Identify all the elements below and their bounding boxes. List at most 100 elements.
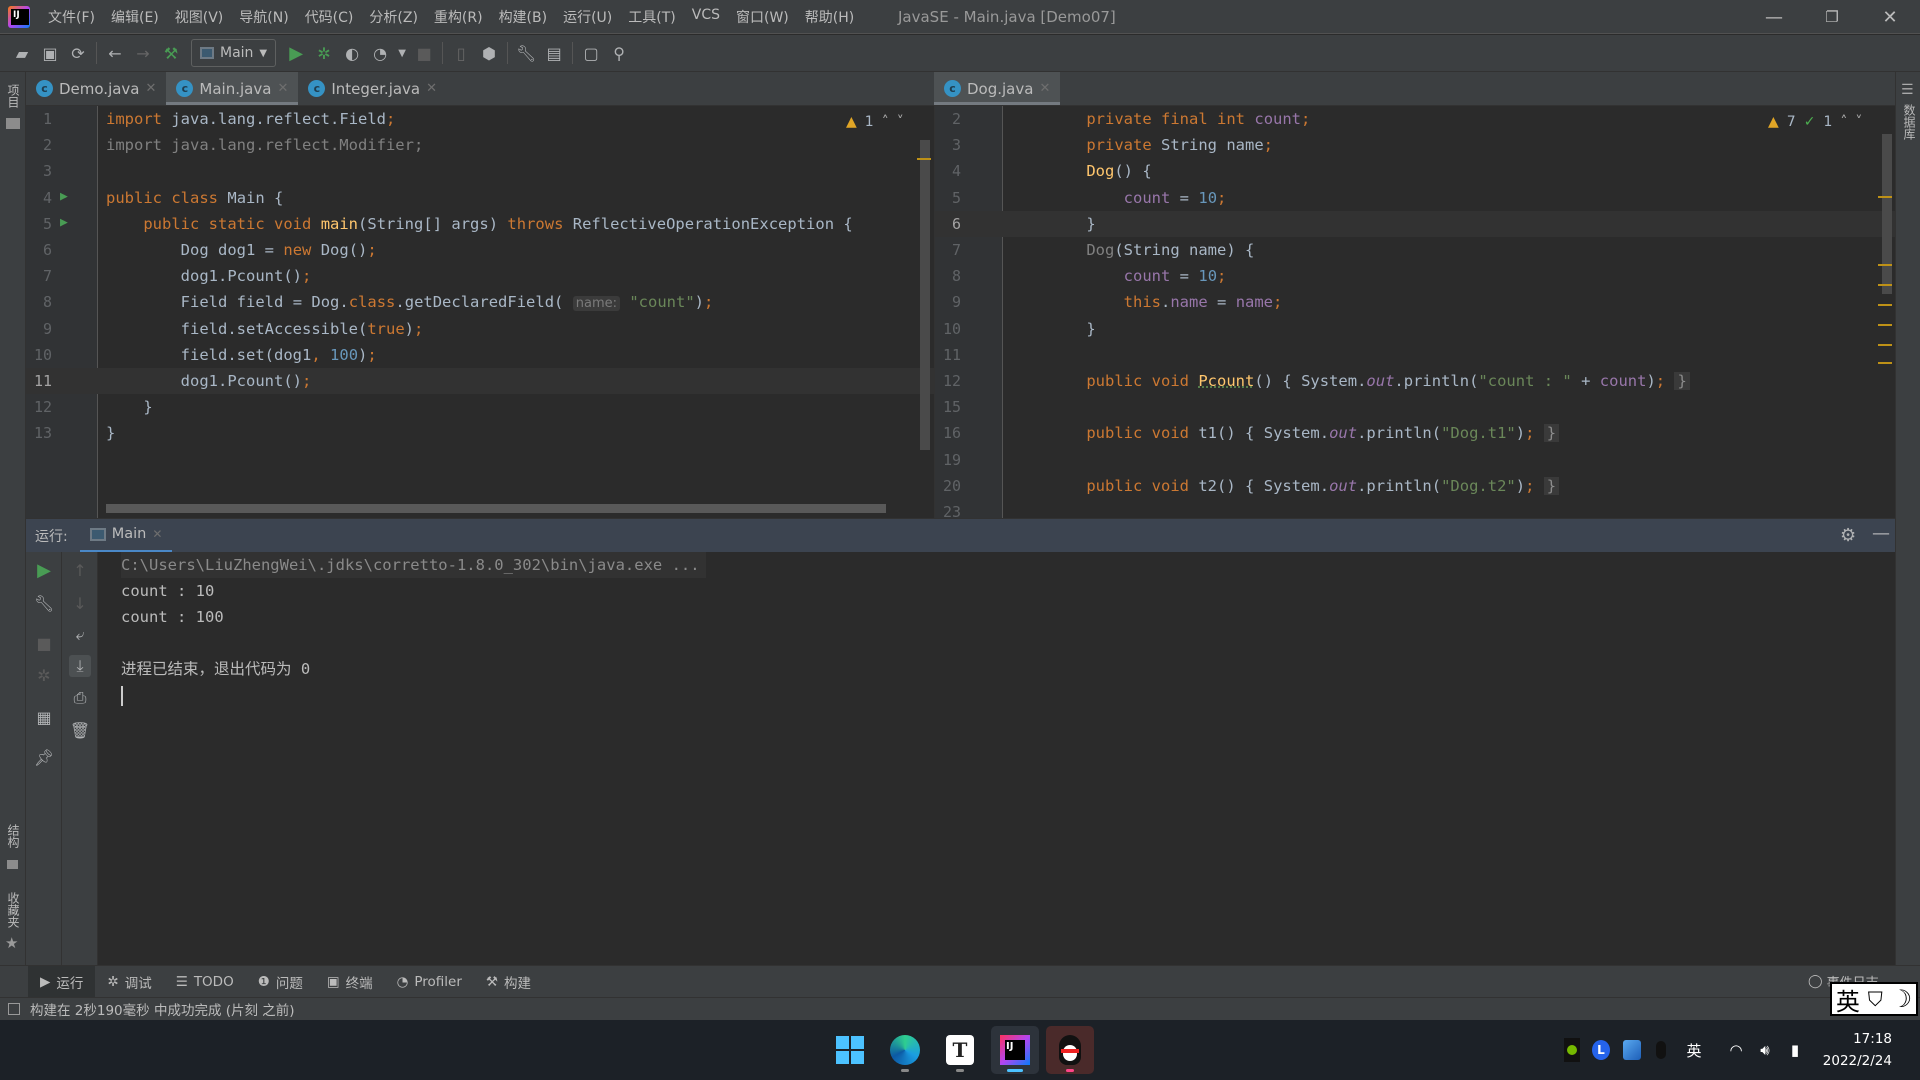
sync-icon[interactable]: ⟳ xyxy=(64,39,92,67)
project-structure-icon[interactable]: ▤ xyxy=(540,39,568,67)
right-code-editor[interactable]: 2 private final int count; 3 private Stri… xyxy=(934,106,1895,518)
restore-button[interactable]: ❐ xyxy=(1803,0,1861,34)
volume-icon[interactable]: 🔊︎ xyxy=(1754,1038,1776,1062)
up-arrow-icon[interactable]: ↑ xyxy=(69,559,91,581)
hide-panel-icon[interactable]: — xyxy=(1872,523,1890,544)
run-anything-icon[interactable]: ▢ xyxy=(577,39,605,67)
run-icon[interactable]: ▶ xyxy=(282,39,310,67)
previous-highlight-icon[interactable]: ˄ xyxy=(882,114,889,130)
menu-item[interactable]: 编辑(E) xyxy=(103,7,167,27)
ime-overlay[interactable]: 英 ⛉ ☽ xyxy=(1830,982,1918,1016)
java-command[interactable]: C:\Users\LiuZhengWei\.jdks\corretto-1.8.… xyxy=(121,552,706,578)
run-config-dropdown[interactable]: Main ▼ xyxy=(191,39,277,67)
edge-browser-icon[interactable] xyxy=(881,1026,929,1074)
horizontal-scrollbar[interactable] xyxy=(106,504,886,513)
ime-lang-tray[interactable]: 英 xyxy=(1682,1038,1706,1062)
editor-tab[interactable]: c Integer.java ✕ xyxy=(298,72,447,105)
search-icon[interactable]: ⚲ xyxy=(605,39,633,67)
pin-icon[interactable]: 📌︎ xyxy=(33,746,55,768)
warning-marker[interactable] xyxy=(1878,304,1892,306)
inspection-widget[interactable]: ▲ 7 ✓ 1 ˄ ˅ xyxy=(1768,114,1862,130)
open-folder-icon[interactable]: ▰ xyxy=(8,39,36,67)
intellij-taskbar-icon[interactable]: IJ xyxy=(991,1026,1039,1074)
windows-start-icon[interactable] xyxy=(826,1026,874,1074)
editor-tab[interactable]: c Dog.java ✕ xyxy=(934,72,1061,105)
next-highlight-icon[interactable]: ˅ xyxy=(897,114,904,130)
left-code-editor[interactable]: 1 import java.lang.reflect.Field; 2 import … xyxy=(26,106,934,518)
layout-icon[interactable]: ▦ xyxy=(33,706,55,728)
close-tab-icon[interactable]: ✕ xyxy=(277,81,288,96)
print-icon[interactable]: ⎙ xyxy=(69,687,91,709)
warning-marker[interactable] xyxy=(1878,196,1892,198)
settings-gear-icon[interactable]: ⚙ xyxy=(1840,525,1856,546)
forward-icon[interactable]: → xyxy=(129,39,157,67)
debug-icon[interactable]: ✲ xyxy=(310,39,338,67)
favorites-tool-button[interactable]: 收藏夹 xyxy=(5,892,22,928)
warning-marker[interactable] xyxy=(1878,284,1892,286)
rerun-icon[interactable]: ▶ xyxy=(33,559,55,581)
minimize-button[interactable]: — xyxy=(1745,0,1803,34)
console-output[interactable]: C:\Users\LiuZhengWei\.jdks\corretto-1.8.… xyxy=(115,552,706,708)
menu-item[interactable]: 重构(R) xyxy=(426,7,491,27)
warning-marker[interactable] xyxy=(1878,362,1892,364)
close-tab-icon[interactable]: ✕ xyxy=(426,81,437,96)
structure-tool-button[interactable]: 结构 xyxy=(5,824,22,848)
tool-window-profiler[interactable]: ◔ Profiler xyxy=(385,966,474,998)
run-gutter-icon[interactable]: ▶ xyxy=(60,189,68,204)
menu-item[interactable]: 文件(F) xyxy=(40,7,103,27)
close-button[interactable]: ✕ xyxy=(1861,0,1919,34)
menu-item[interactable]: 运行(U) xyxy=(555,7,620,27)
run-gutter-icon[interactable]: ▶ xyxy=(60,215,68,230)
warning-marker[interactable] xyxy=(1878,264,1892,266)
database-tool-button[interactable]: 数据库 xyxy=(1901,104,1918,140)
tool-window-build[interactable]: ⚒ 构建 xyxy=(474,966,543,998)
editor-tab[interactable]: c Demo.java ✕ xyxy=(26,72,166,105)
trash-icon[interactable]: 🗑︎ xyxy=(69,719,91,741)
menu-item[interactable]: VCS xyxy=(684,7,728,27)
system-clock[interactable]: 17:18 2022/2/24 xyxy=(1823,1028,1892,1072)
more-run-chevron-icon[interactable]: ▼ xyxy=(394,39,410,67)
stop-icon[interactable]: ■ xyxy=(410,39,438,67)
menu-item[interactable]: 工具(T) xyxy=(620,7,683,27)
scroll-to-end-icon[interactable]: ⤓ xyxy=(69,655,91,677)
warning-marker[interactable] xyxy=(1878,324,1892,326)
nvidia-tray-icon[interactable] xyxy=(1564,1038,1580,1062)
save-icon[interactable]: ▣ xyxy=(36,39,64,67)
warning-marker[interactable] xyxy=(917,158,931,160)
menu-item[interactable]: 视图(V) xyxy=(167,7,232,27)
tool-window-problems[interactable]: ❶ 问题 xyxy=(246,966,315,998)
menu-item[interactable]: 分析(Z) xyxy=(361,7,426,27)
back-icon[interactable]: ← xyxy=(101,39,129,67)
app-tray-icon[interactable] xyxy=(1622,1038,1642,1062)
profile-icon[interactable]: ◔ xyxy=(366,39,394,67)
coverage-icon[interactable]: ◐ xyxy=(338,39,366,67)
close-tab-icon[interactable]: ✕ xyxy=(1039,81,1050,96)
soft-wrap-icon[interactable]: ⤶ xyxy=(69,624,91,646)
editor-tab[interactable]: c Main.java ✕ xyxy=(166,72,299,105)
edit-config-wrench-icon[interactable]: 🔧︎ xyxy=(33,592,55,614)
previous-highlight-icon[interactable]: ˄ xyxy=(1840,114,1847,130)
menu-item[interactable]: 窗口(W) xyxy=(728,7,797,27)
sdk-icon[interactable]: ⬢ xyxy=(475,39,503,67)
vertical-scrollbar[interactable] xyxy=(920,140,930,450)
menu-item[interactable]: 代码(C) xyxy=(297,7,362,27)
console-input-line[interactable] xyxy=(115,682,706,708)
project-tool-button[interactable]: 项目 xyxy=(5,84,22,108)
tool-window-todo[interactable]: ☰ TODO xyxy=(164,966,246,998)
build-hammer-icon[interactable]: ⚒ xyxy=(157,39,185,67)
run-tab-main[interactable]: Main ✕ xyxy=(79,519,173,553)
tool-window-run[interactable]: ▶ 运行 xyxy=(28,965,96,998)
toggle-tool-windows-icon[interactable] xyxy=(8,1003,20,1015)
qq-tray-icon[interactable] xyxy=(1652,1038,1670,1062)
next-highlight-icon[interactable]: ˅ xyxy=(1855,114,1862,130)
wifi-icon[interactable]: ◠ xyxy=(1725,1038,1747,1062)
typora-icon[interactable]: T xyxy=(936,1026,984,1074)
stop-icon[interactable]: ■ xyxy=(33,632,55,654)
tool-window-debug[interactable]: ✲ 调试 xyxy=(95,966,163,998)
settings-wrench-icon[interactable]: 🔧︎ xyxy=(512,39,540,67)
menu-item[interactable]: 帮助(H) xyxy=(797,7,862,27)
app-l-tray-icon[interactable]: L xyxy=(1591,1038,1611,1062)
device-icon[interactable]: ▯ xyxy=(447,39,475,67)
close-tab-icon[interactable]: ✕ xyxy=(152,527,162,541)
battery-icon[interactable]: ▮ xyxy=(1784,1038,1806,1062)
